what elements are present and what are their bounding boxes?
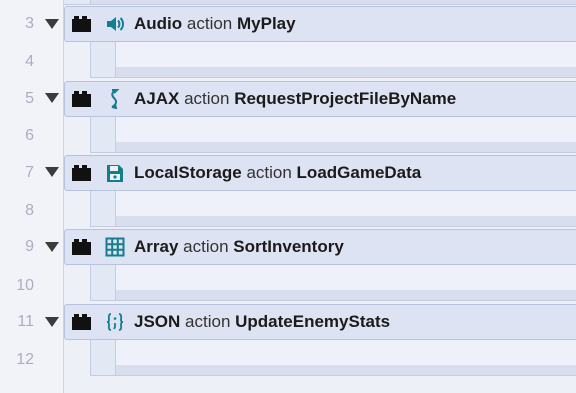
function-block-label: JSON action UpdateEnemyStats	[134, 312, 390, 332]
function-body-area[interactable]	[90, 42, 576, 78]
function-body-inner	[115, 265, 576, 301]
object-name: AJAX	[134, 89, 180, 108]
action-keyword: action	[185, 312, 231, 331]
function-block-label: Audio action MyPlay	[134, 14, 296, 34]
function-body-area[interactable]	[90, 191, 576, 227]
action-name: MyPlay	[237, 14, 296, 33]
function-block-icon	[72, 165, 91, 181]
object-name: Audio	[134, 14, 183, 33]
function-body-inner	[115, 117, 576, 153]
function-body-inner	[115, 191, 576, 227]
function-block-label: AJAX action RequestProjectFileByName	[134, 89, 456, 109]
ajax-icon	[111, 89, 120, 109]
collapse-toggle[interactable]	[45, 93, 59, 103]
collapse-toggle[interactable]	[45, 167, 59, 177]
function-block-json[interactable]: JSON action UpdateEnemyStats	[64, 304, 576, 340]
function-block-icon	[72, 91, 91, 107]
collapse-toggle[interactable]	[45, 19, 59, 29]
json-braces-icon	[106, 313, 124, 331]
line-number: 3	[25, 15, 34, 32]
function-body-inner	[115, 340, 576, 376]
function-body-inner	[115, 42, 576, 78]
function-body-shade	[116, 290, 576, 300]
function-block-label: LocalStorage action LoadGameData	[134, 163, 421, 183]
action-name: RequestProjectFileByName	[234, 89, 457, 108]
line-number: 6	[25, 127, 34, 144]
function-block-array[interactable]: Array action SortInventory	[64, 229, 576, 265]
action-keyword: action	[186, 14, 233, 33]
function-body-area[interactable]	[90, 117, 576, 153]
line-number: 4	[25, 53, 34, 70]
function-block-icon	[72, 314, 91, 330]
function-body-shade	[116, 216, 576, 226]
speaker-icon	[107, 17, 124, 31]
function-block-label: Array action SortInventory	[134, 237, 344, 257]
collapse-toggle[interactable]	[45, 242, 59, 252]
line-number: 11	[17, 313, 34, 330]
line-number: 8	[25, 202, 34, 219]
function-body-shade	[116, 67, 576, 77]
function-block-icon	[72, 16, 91, 32]
object-name: JSON	[134, 312, 181, 331]
object-name: LocalStorage	[134, 163, 242, 182]
function-body-area[interactable]	[90, 265, 576, 301]
function-body-shade	[116, 142, 576, 152]
array-grid-icon	[105, 237, 125, 257]
function-block-localstorage[interactable]: LocalStorage action LoadGameData	[64, 155, 576, 191]
line-number: 5	[25, 90, 34, 107]
action-name: UpdateEnemyStats	[235, 312, 391, 331]
function-body-area[interactable]	[90, 340, 576, 376]
line-number: 10	[16, 277, 34, 294]
action-name: SortInventory	[233, 237, 344, 256]
previous-block-sub-area[interactable]	[64, 0, 576, 5]
line-number: 9	[25, 238, 34, 255]
function-body-shade	[116, 365, 576, 375]
collapse-toggle[interactable]	[45, 317, 59, 327]
previous-block-sub-area-inner	[90, 0, 576, 4]
line-number: 7	[25, 164, 34, 181]
function-block-audio[interactable]: Audio action MyPlay	[64, 6, 576, 42]
local-storage-icon	[107, 165, 123, 182]
action-keyword: action	[246, 163, 292, 182]
object-name: Array	[134, 237, 179, 256]
action-keyword: action	[184, 89, 230, 108]
function-block-icon	[72, 239, 91, 255]
function-block-ajax[interactable]: AJAX action RequestProjectFileByName	[64, 81, 576, 117]
action-name: LoadGameData	[296, 163, 422, 182]
line-number: 12	[16, 351, 34, 368]
action-keyword: action	[183, 237, 229, 256]
